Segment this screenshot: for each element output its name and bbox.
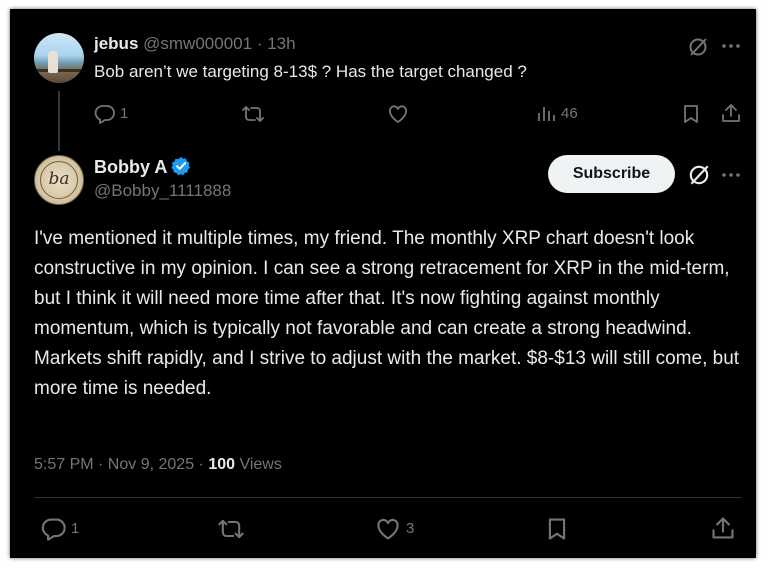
share-icon[interactable]	[720, 102, 742, 124]
reply-icon[interactable]	[94, 103, 116, 125]
avatar-photo-rail	[34, 69, 84, 72]
retweet-icon[interactable]	[241, 103, 265, 125]
post-views-count: 100	[208, 456, 236, 473]
reply-view-count: 46	[561, 105, 578, 122]
post-author-handle[interactable]: @Bobby_1111888	[94, 181, 231, 201]
grok-icon[interactable]	[687, 36, 709, 58]
like-icon[interactable]	[375, 516, 401, 542]
more-icon[interactable]	[721, 165, 741, 185]
avatar-logo-text: ba	[48, 169, 70, 189]
post-views-label: Views	[235, 456, 282, 473]
avatar-photo-person	[48, 51, 58, 73]
subscribe-button[interactable]: Subscribe	[548, 155, 675, 193]
post-meta: 5:57 PM · Nov 9, 2025 · 100 Views	[34, 456, 282, 474]
post-author-name[interactable]: Bobby A	[94, 157, 167, 177]
reply-time[interactable]: 13h	[267, 34, 295, 53]
post-like-count: 3	[406, 520, 415, 537]
views-icon[interactable]	[536, 103, 556, 125]
reply-separator: ·	[256, 34, 263, 53]
more-icon[interactable]	[721, 36, 741, 56]
grok-icon[interactable]	[687, 163, 711, 187]
reply-header: jebus @smw000001 · 13h	[94, 34, 296, 54]
jebus-avatar[interactable]	[34, 33, 84, 83]
reply-icon[interactable]	[41, 516, 67, 542]
post-timestamp[interactable]: 5:57 PM · Nov 9, 2025 ·	[34, 456, 208, 473]
share-icon[interactable]	[710, 515, 736, 541]
post-reply-count: 1	[71, 520, 80, 537]
reply-author-handle[interactable]: @smw000001	[143, 34, 252, 53]
bookmark-icon[interactable]	[681, 103, 701, 125]
like-icon[interactable]	[387, 103, 409, 125]
post-author-row: Bobby A	[94, 156, 191, 181]
reply-text: Bob aren’t we targeting 8-13$ ? Has the …	[94, 62, 527, 81]
action-bar-divider	[34, 497, 742, 498]
reply-reply-count: 1	[120, 105, 129, 122]
bookmark-icon[interactable]	[545, 516, 569, 542]
thread-connector-line	[58, 91, 60, 151]
post-text: I've mentioned it multiple times, my fri…	[34, 228, 740, 399]
tweet-thread-card: jebus @smw000001 · 13h Bob aren’t we tar…	[10, 9, 756, 558]
verified-badge-icon	[171, 156, 191, 181]
reply-author-name[interactable]: jebus	[94, 34, 138, 53]
retweet-icon[interactable]	[217, 516, 245, 542]
bobby-avatar[interactable]: ba	[34, 155, 84, 205]
